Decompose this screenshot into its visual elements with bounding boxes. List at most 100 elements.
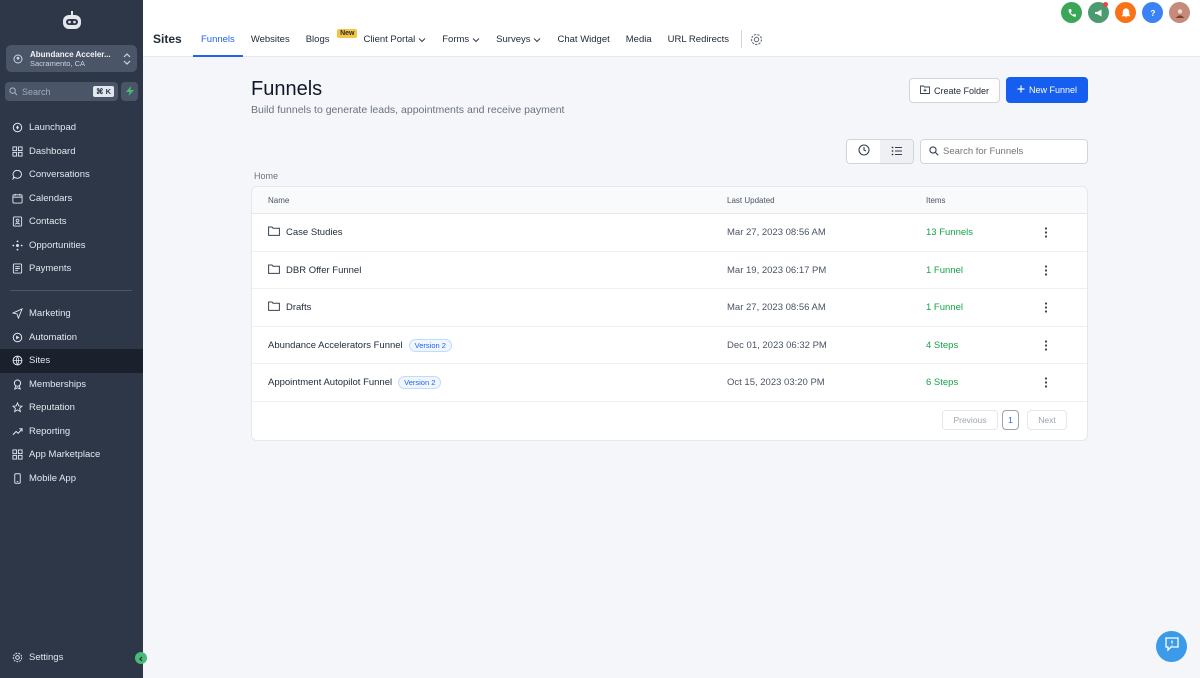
contacts-icon — [11, 216, 23, 228]
chevron-updown-icon — [123, 52, 131, 66]
support-chat-button[interactable] — [1156, 631, 1187, 662]
tab-funnels[interactable]: Funnels — [193, 28, 243, 57]
award-icon — [11, 378, 23, 390]
sidebar-item-conversations[interactable]: Conversations — [0, 163, 143, 187]
collapse-sidebar-button[interactable] — [135, 652, 147, 664]
tab-surveys[interactable]: Surveys — [488, 28, 549, 57]
sidebar-item-automation[interactable]: Automation — [0, 326, 143, 350]
new-funnel-label: New Funnel — [1028, 85, 1078, 95]
sidebar-item-dashboard[interactable]: Dashboard — [0, 140, 143, 164]
sites-settings-gear-icon[interactable] — [750, 28, 763, 51]
location-icon — [12, 53, 24, 65]
table-row[interactable]: DBR Offer Funnel Mar 19, 2023 06:17 PM 1 F… — [252, 252, 1087, 289]
row-items: 1 Funnel — [926, 302, 963, 313]
breadcrumb[interactable]: Home — [254, 171, 278, 181]
column-name[interactable]: Name — [268, 196, 289, 205]
calendar-icon — [11, 192, 23, 204]
sidebar-item-label: Reporting — [29, 425, 71, 437]
app-logo-icon[interactable] — [60, 10, 84, 32]
tab-label: URL Redirects — [667, 34, 730, 45]
plus-icon — [1017, 85, 1025, 95]
user-avatar[interactable] — [1169, 2, 1190, 23]
chat-icon — [11, 169, 23, 181]
table-header: Name Last Updated Items — [252, 187, 1087, 214]
next-page-button[interactable]: Next — [1027, 410, 1067, 430]
more-vertical-icon[interactable] — [1040, 327, 1052, 364]
sidebar-item-payments[interactable]: Payments — [0, 257, 143, 281]
clock-icon — [857, 143, 870, 161]
row-last-updated: Mar 27, 2023 08:56 AM — [727, 302, 826, 313]
bell-icon[interactable] — [1115, 2, 1136, 23]
table-row[interactable]: Abundance Accelerators Funnel Version 2 De… — [252, 327, 1087, 364]
tab-media[interactable]: Media — [618, 28, 660, 57]
sidebar-item-memberships[interactable]: Memberships — [0, 373, 143, 397]
tab-chat-widget[interactable]: Chat Widget — [549, 28, 617, 57]
megaphone-icon[interactable] — [1088, 2, 1109, 23]
page-subtitle: Build funnels to generate leads, appoint… — [251, 104, 565, 116]
row-last-updated: Oct 15, 2023 03:20 PM — [727, 377, 825, 388]
chat-bubble-icon — [1164, 636, 1180, 657]
sidebar-item-settings[interactable]: Settings — [0, 646, 143, 670]
row-name[interactable]: Appointment Autopilot Funnel — [268, 377, 392, 388]
quick-action-button[interactable] — [121, 82, 138, 101]
more-vertical-icon[interactable] — [1040, 289, 1052, 326]
more-vertical-icon[interactable] — [1040, 364, 1052, 401]
svg-text:?: ? — [1150, 9, 1155, 18]
sidebar-item-mobile-app[interactable]: Mobile App — [0, 467, 143, 491]
sidebar-item-contacts[interactable]: Contacts — [0, 210, 143, 234]
column-last-updated[interactable]: Last Updated — [727, 196, 775, 205]
sidebar-item-sites[interactable]: Sites — [0, 349, 143, 373]
help-icon[interactable]: ? — [1142, 2, 1163, 23]
tab-divider — [741, 30, 743, 48]
previous-page-button[interactable]: Previous — [942, 410, 998, 430]
tab-label: Chat Widget — [557, 34, 610, 45]
table-row[interactable]: Drafts Mar 27, 2023 08:56 AM 1 Funnel — [252, 289, 1087, 327]
tab-blogs[interactable]: Blogs New — [298, 28, 358, 57]
sidebar-item-reputation[interactable]: Reputation — [0, 396, 143, 420]
apps-icon — [11, 449, 23, 461]
row-items: 1 Funnel — [926, 264, 963, 276]
sidebar-search[interactable]: Search ⌘ K — [5, 82, 118, 101]
account-switcher[interactable]: Abundance Acceler... Sacramento, CA — [6, 45, 137, 72]
table-row[interactable]: Appointment Autopilot Funnel Version 2 Oct… — [252, 364, 1087, 402]
funnel-search-input[interactable] — [943, 146, 1079, 157]
column-items[interactable]: Items — [926, 196, 946, 205]
account-location: Sacramento, CA — [30, 58, 86, 68]
list-view-button[interactable] — [880, 140, 913, 163]
keyboard-shortcut: ⌘ K — [93, 86, 114, 97]
sidebar-item-launchpad[interactable]: Launchpad — [0, 116, 143, 140]
sidebar-item-reporting[interactable]: Reporting — [0, 420, 143, 444]
tab-forms[interactable]: Forms — [434, 28, 488, 57]
sites-tabs: Funnels Websites Blogs New Client Portal Form… — [193, 28, 763, 57]
row-name[interactable]: Case Studies — [286, 227, 343, 238]
sidebar-item-label: Dashboard — [29, 145, 76, 157]
new-funnel-button[interactable]: New Funnel — [1006, 77, 1088, 103]
row-name[interactable]: DBR Offer Funnel — [286, 265, 361, 276]
phone-call-icon[interactable] — [1061, 2, 1082, 23]
funnel-search — [920, 139, 1088, 164]
sidebar-item-app-marketplace[interactable]: App Marketplace — [0, 443, 143, 467]
row-last-updated: Mar 27, 2023 08:56 AM — [727, 227, 826, 238]
sidebar-item-label: Automation — [29, 331, 78, 343]
trend-icon — [11, 425, 23, 437]
sidebar-item-label: Mobile App — [29, 472, 77, 484]
tab-url-redirects[interactable]: URL Redirects — [660, 28, 737, 57]
create-folder-label: Create Folder — [933, 85, 990, 96]
create-folder-button[interactable]: Create Folder — [909, 78, 1000, 103]
recent-view-button[interactable] — [847, 140, 880, 163]
sidebar-item-calendars[interactable]: Calendars — [0, 187, 143, 211]
sidebar-item-marketing[interactable]: Marketing — [0, 302, 143, 326]
row-name[interactable]: Abundance Accelerators Funnel — [268, 340, 403, 351]
table-row[interactable]: Case Studies Mar 27, 2023 08:56 AM 13 Funn… — [252, 214, 1087, 252]
more-vertical-icon[interactable] — [1040, 214, 1052, 251]
tab-websites[interactable]: Websites — [243, 28, 298, 57]
tab-client-portal[interactable]: Client Portal — [355, 28, 434, 57]
version-badge: Version 2 — [408, 338, 452, 352]
more-vertical-icon[interactable] — [1040, 252, 1052, 289]
send-icon — [11, 308, 23, 320]
row-name[interactable]: Drafts — [286, 302, 311, 313]
row-items: 4 Steps — [926, 339, 959, 351]
page-number-button[interactable]: 1 — [1002, 410, 1019, 430]
sidebar-item-opportunities[interactable]: Opportunities — [0, 234, 143, 258]
pagination: Previous 1 Next — [942, 410, 1067, 430]
